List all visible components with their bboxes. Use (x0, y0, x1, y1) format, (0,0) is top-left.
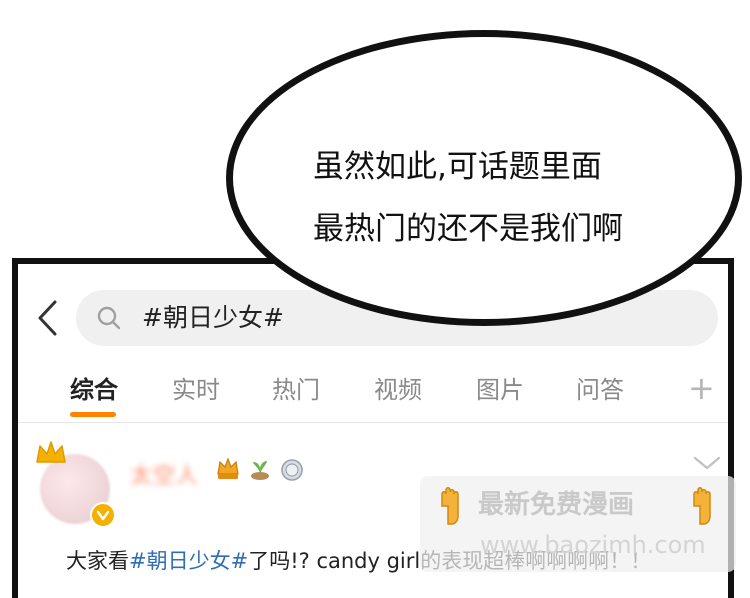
medal-badge-icon (281, 459, 303, 481)
tab-qa[interactable]: 问答 (576, 374, 624, 406)
post-hashtag-link[interactable]: #朝日少女# (129, 549, 248, 573)
search-icon (97, 306, 121, 330)
speech-line-2: 最热门的还不是我们啊 (313, 211, 623, 247)
post-text-before: 大家看 (66, 549, 129, 573)
tab-comprehensive[interactable]: 综合 (70, 374, 118, 406)
tab-images[interactable]: 图片 (476, 374, 524, 406)
chevron-down-icon[interactable] (692, 454, 722, 472)
speech-line-1: 虽然如此,可话题里面 (313, 149, 602, 185)
member-crown-badge-icon (217, 457, 239, 479)
back-icon (38, 300, 57, 336)
site-watermark: 最新免费漫画 www.baozimh.com (420, 476, 736, 572)
watermark-title: 最新免费漫画 (478, 490, 635, 520)
back-button[interactable] (32, 298, 62, 338)
plant-badge-icon (251, 461, 269, 480)
active-tab-indicator (70, 412, 116, 417)
tab-bar: 综合 实时 热门 视频 图片 问答 + (18, 360, 728, 423)
speech-bubble: 虽然如此,可话题里面 最热门的还不是我们啊 (226, 30, 742, 326)
tab-realtime[interactable]: 实时 (172, 374, 220, 406)
search-query: #朝日少女# (142, 303, 284, 332)
crown-icon (36, 441, 66, 463)
username[interactable]: 太空人 (130, 458, 199, 490)
plus-icon[interactable]: + (688, 370, 715, 406)
tab-hot[interactable]: 热门 (272, 374, 320, 406)
watermark-url: www.baozimh.com (480, 531, 706, 559)
pointing-hand-icon (693, 487, 711, 525)
verified-icon (90, 502, 116, 528)
pointing-hand-icon (441, 487, 459, 525)
tab-video[interactable]: 视频 (374, 374, 422, 406)
